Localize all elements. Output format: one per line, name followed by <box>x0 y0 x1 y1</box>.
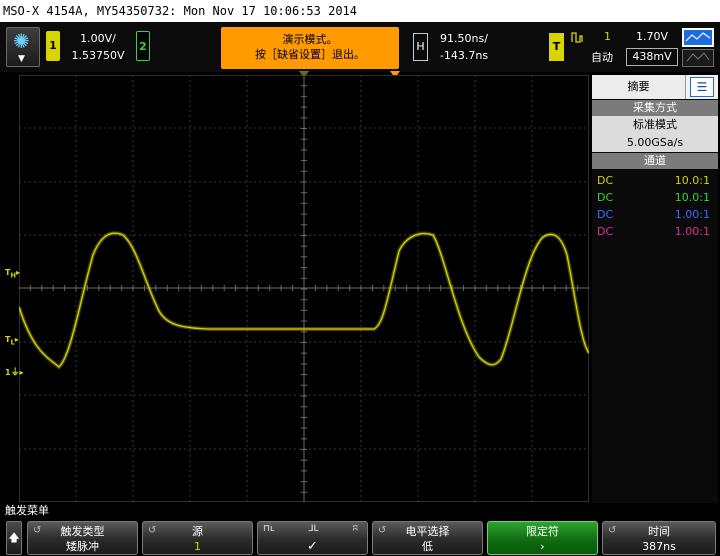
trigger-level-low[interactable]: 438mV <box>626 48 678 66</box>
channel-1-offset: 1.53750V <box>71 49 125 62</box>
demo-mode-message: 演示模式。 按［缺省设置］退出。 <box>221 27 399 69</box>
trigger-source: 1 <box>604 30 611 43</box>
sample-rate: 5.00GSa/s <box>626 136 684 149</box>
softkey-label: 触发类型 <box>60 525 105 538</box>
window-title: MSO-X 4154A, MY54350732: Mon Nov 17 10:0… <box>0 0 720 22</box>
channel-coupling: DC <box>597 208 614 221</box>
main-menu-button[interactable]: ✺ ▼ <box>6 27 40 67</box>
channel-coupling: DC <box>597 174 614 187</box>
trigger-mode: 自动 <box>591 51 613 64</box>
channel-row-1[interactable]: DC 10.0:1 <box>592 172 718 189</box>
channels-header: 通道 <box>592 153 718 169</box>
summary-header: 摘要 ☰ <box>592 75 718 99</box>
channel-coupling: DC <box>597 225 614 238</box>
starburst-icon: ✺ <box>13 29 30 53</box>
softkey-value: 矮脉冲 <box>66 540 99 553</box>
softkey-label: 电平选择 <box>405 525 450 538</box>
probe-ratio: 10.0:1 <box>674 174 710 187</box>
probe-ratio: 1.00:1 <box>674 225 710 238</box>
summary-panel: 摘要 ☰ 采集方式 标准模式 5.00GSa/s 通道 DC 10.0:1 DC 10… <box>592 75 718 503</box>
softkey-polarity[interactable]: ⊓ʟ ᒧᒪ ʭ ✓ <box>257 521 368 555</box>
time-per-division: 91.50ns/ <box>440 32 488 45</box>
channel-1-settings[interactable]: 1.00V/ 1.53750V <box>66 30 130 64</box>
probe-ratio: 1.00:1 <box>674 208 710 221</box>
channel-1-badge[interactable]: 1 <box>46 31 60 61</box>
softkey-qualifier[interactable]: 限定符 › <box>487 521 598 555</box>
chevron-down-icon: ▼ <box>18 54 25 64</box>
softkey-trigger-type[interactable]: ↺ 触发类型 矮脉冲 <box>27 521 138 555</box>
softkey-time[interactable]: ↺ 时间 387ns <box>602 521 716 555</box>
channel-2-badge[interactable]: 2 <box>136 31 150 61</box>
channel-1-ground-marker: 1⏚▸ <box>5 368 24 378</box>
pulse-width-trigger-icon <box>571 31 587 46</box>
oscilloscope-screen: ✺ ▼ 1 1.00V/ 1.53750V 2 演示模式。 按［缺省设置］退出。… <box>0 22 720 556</box>
negative-pulse-icon: ᒧᒪ <box>308 524 319 534</box>
trigger-level: 1.70V <box>635 30 669 43</box>
channel-row-3[interactable]: DC 1.00:1 <box>592 206 718 223</box>
positive-pulse-icon: ⊓ʟ <box>263 524 275 534</box>
acquisition-info: 标准模式 5.00GSa/s <box>592 116 718 152</box>
channel-row-2[interactable]: DC 10.0:1 <box>592 189 718 206</box>
softkey-value: ✓ <box>307 539 318 554</box>
status-bar: ✺ ▼ 1 1.00V/ 1.53750V 2 演示模式。 按［缺省设置］退出。… <box>0 22 720 72</box>
softkey-value: 低 <box>422 540 433 553</box>
channel-coupling: DC <box>597 191 614 204</box>
softkey-label: 时间 <box>648 525 670 538</box>
horizontal-delay: -143.7ns <box>439 49 489 62</box>
demo-message-line2: 按［缺省设置］退出。 <box>255 48 365 61</box>
tab-summary[interactable]: 摘要 <box>592 75 686 99</box>
trigger-badge[interactable]: T <box>549 33 564 61</box>
softkey-label: 限定符 <box>526 525 559 538</box>
channel-row-4[interactable]: DC 1.00:1 <box>592 223 718 240</box>
softkey-value: › <box>540 540 545 553</box>
demo-message-line1: 演示模式。 <box>282 33 338 46</box>
channel-1-scale: 1.00V/ <box>80 32 116 45</box>
display-mode-button[interactable] <box>682 28 714 47</box>
softkey-source[interactable]: ↺ 源 1 <box>142 521 253 555</box>
softkey-label: 源 <box>192 525 203 538</box>
trigger-level-low-marker: TL▸ <box>5 335 19 347</box>
list-icon[interactable]: ☰ <box>690 77 714 97</box>
probe-ratio: 10.0:1 <box>674 191 710 204</box>
horizontal-settings[interactable]: 91.50ns/ -143.7ns <box>432 30 496 64</box>
either-polarity-icon: ʭ <box>353 524 358 534</box>
softkey-value: 1 <box>194 540 201 553</box>
softkey-level-select[interactable]: ↺ 电平选择 低 <box>372 521 483 555</box>
softkey-bar: 🡅 ↺ 触发类型 矮脉冲 ↺ 源 1 ⊓ʟ ᒧᒪ ʭ ✓ ↺ 电平选择 低 限定… <box>0 519 720 556</box>
waveform-graticule <box>19 75 589 502</box>
trigger-level-high-marker: TH▸ <box>5 268 21 280</box>
zoom-mode-button[interactable] <box>682 49 714 67</box>
menu-up-button[interactable]: 🡅 <box>6 521 22 555</box>
acquisition-header: 采集方式 <box>592 100 718 116</box>
horizontal-badge[interactable]: H <box>413 33 428 61</box>
menu-title: 触发菜单 <box>0 503 720 519</box>
acquisition-mode: 标准模式 <box>633 118 677 131</box>
softkey-value: 387ns <box>642 540 676 553</box>
